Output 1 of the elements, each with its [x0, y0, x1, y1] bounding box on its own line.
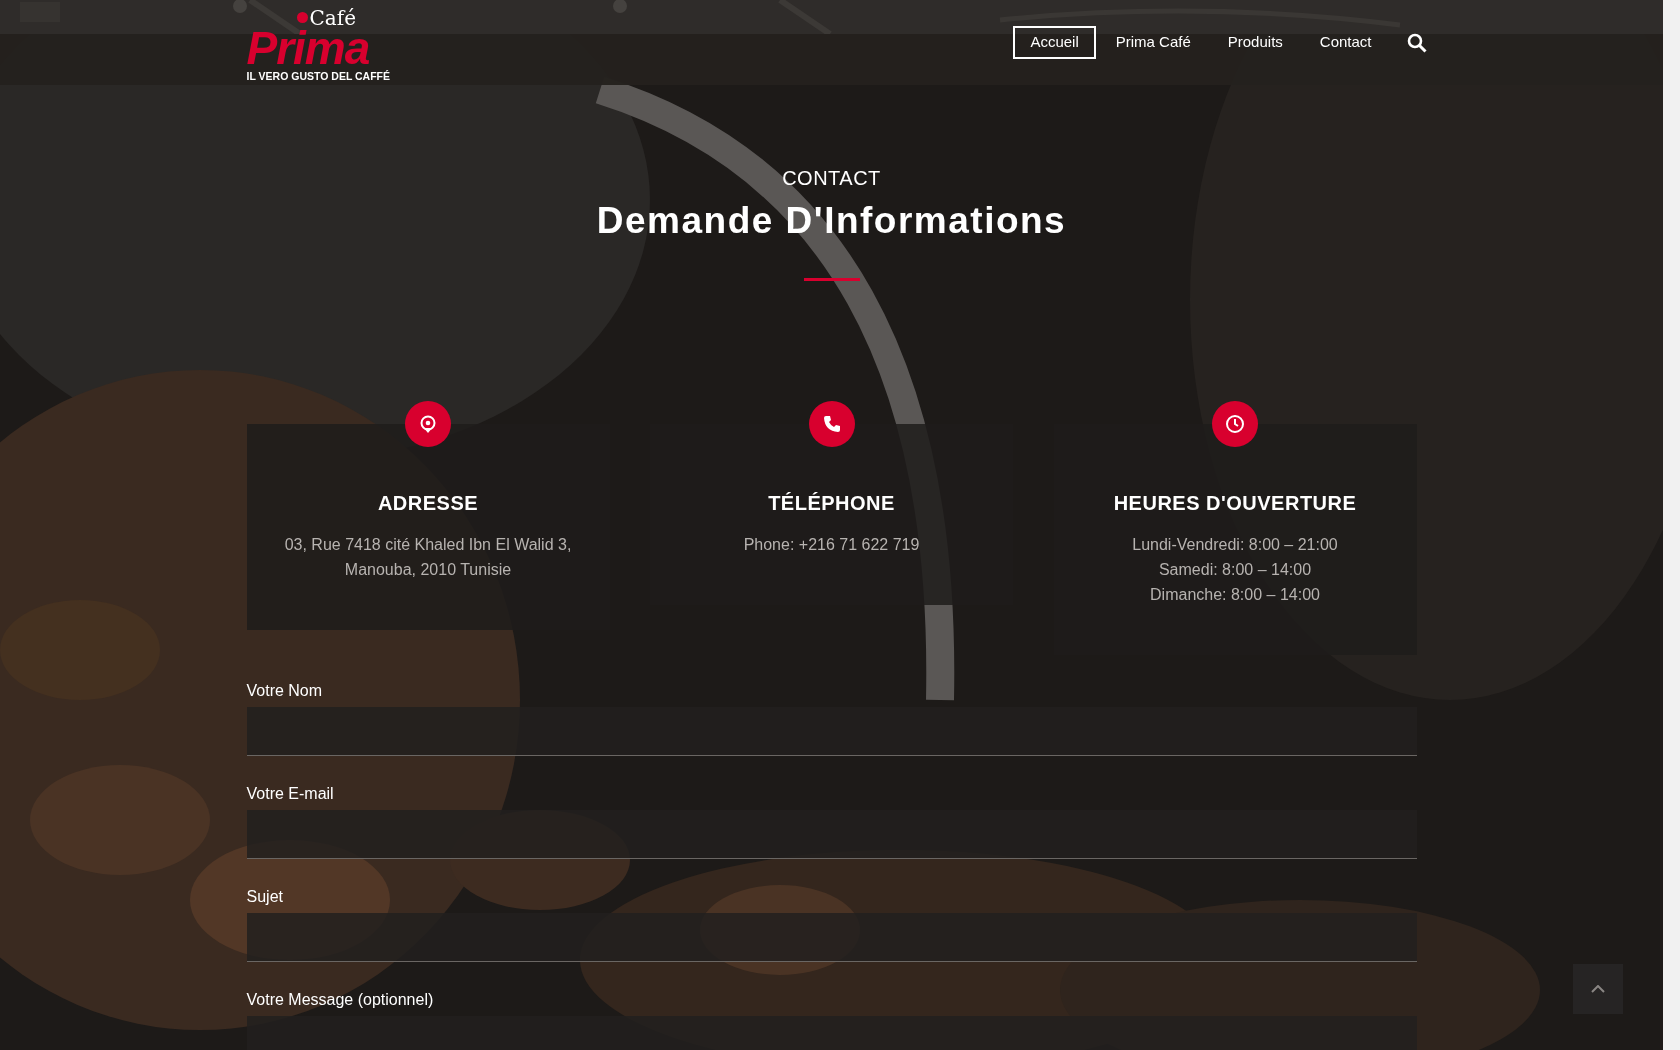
scrollbar[interactable]	[1663, 0, 1680, 1050]
